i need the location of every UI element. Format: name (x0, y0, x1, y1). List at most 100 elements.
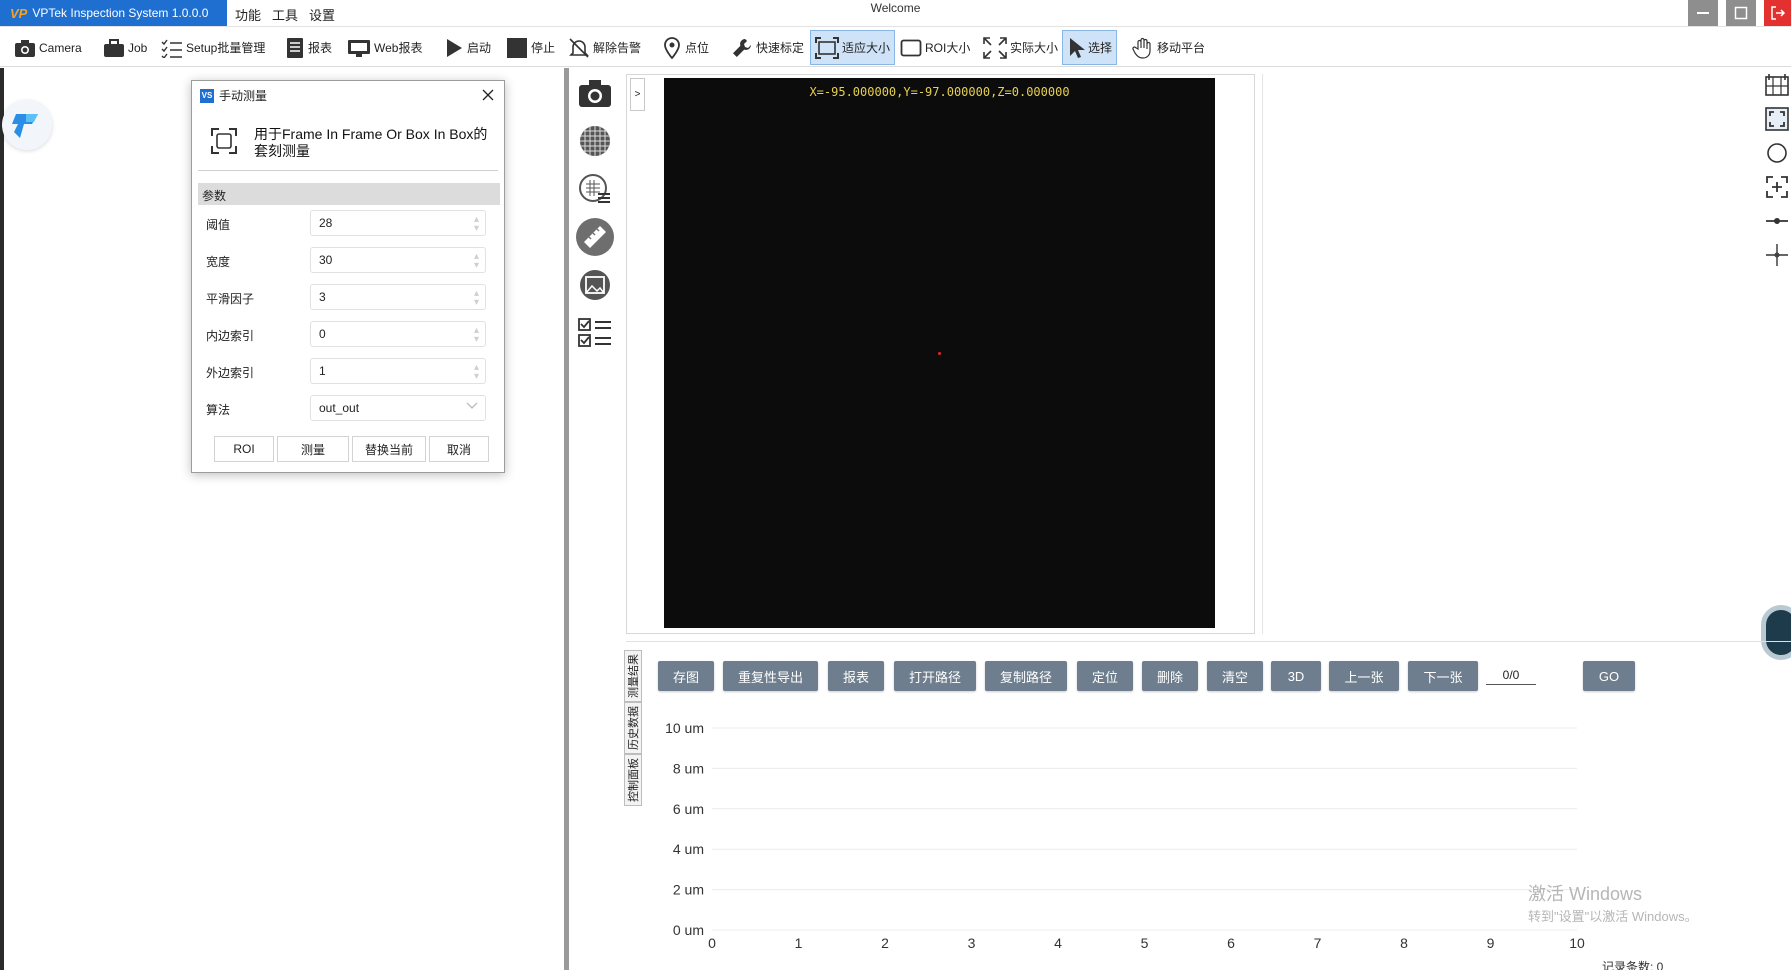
minimize-button[interactable] (1688, 0, 1718, 26)
spin-arrows-icon[interactable]: ▴ ▾ (474, 363, 479, 382)
go-button[interactable]: GO (1583, 661, 1635, 691)
grid-view-button[interactable] (574, 120, 616, 162)
tab-measure-results[interactable]: 测量结果 (624, 650, 642, 702)
center-marker (938, 352, 941, 355)
exit-button[interactable] (1764, 0, 1791, 26)
toolbar-stop-button[interactable]: 停止 (502, 30, 559, 65)
toolbar-roi-size-button[interactable]: ROI大小 (896, 30, 974, 65)
measure-button[interactable]: 测量 (277, 436, 349, 462)
fit-screen-icon (815, 36, 839, 59)
roi-rect-icon (900, 39, 922, 56)
delete-button[interactable]: 删除 (1142, 661, 1198, 691)
y-tick-label: 10 um (665, 720, 704, 736)
right-tool-strip (1762, 68, 1791, 288)
ruler-tool-button[interactable] (574, 216, 616, 258)
center-focus-tool[interactable] (1762, 172, 1791, 202)
toolbar-camera-button[interactable]: Camera (10, 30, 86, 65)
toolbar-report-button[interactable]: 报表 (281, 30, 336, 65)
menu-function[interactable]: 功能 (235, 5, 261, 24)
side-drawer-handle[interactable] (1761, 605, 1791, 660)
report-button[interactable]: 报表 (828, 661, 884, 691)
page-indicator: 0/0 (1486, 668, 1536, 685)
copy-path-button[interactable]: 复制路径 (985, 661, 1067, 691)
inner-edge-index-input[interactable]: 0 ▴ ▾ (310, 321, 486, 347)
repeatability-export-button[interactable]: 重复性导出 (723, 661, 818, 691)
image-canvas[interactable]: X=-95.000000,Y=-97.000000,Z=0.000000 (664, 78, 1215, 628)
checklist-icon (578, 318, 611, 347)
locate-button[interactable]: 定位 (1077, 661, 1133, 691)
floating-assistant-button[interactable] (2, 100, 52, 150)
spin-arrows-icon[interactable]: ▴ ▾ (474, 289, 479, 308)
crosshair-tool[interactable] (1762, 240, 1791, 270)
toolbar-web-report-button[interactable]: Web报表 (343, 30, 426, 65)
toolbar-setup-batch-button[interactable]: Setup批量管理 (157, 30, 269, 65)
collapse-panel-button[interactable]: > (630, 78, 645, 111)
spin-arrows-icon[interactable]: ▴ ▾ (474, 326, 479, 345)
param-label: 外边索引 (206, 366, 255, 380)
maximize-icon (1734, 6, 1748, 20)
dialog-title: 手动测量 (219, 89, 268, 103)
app-badge: VP VPTek Inspection System 1.0.0.0 (0, 0, 227, 26)
toolbar-select-button[interactable]: 选择 (1062, 30, 1118, 65)
grid-list-button[interactable] (574, 168, 616, 210)
tab-label: 测量结果 (628, 654, 640, 698)
previous-image-button[interactable]: 上一张 (1329, 661, 1399, 691)
spin-arrows-icon[interactable]: ▴ ▾ (474, 252, 479, 271)
checklist-icon (161, 39, 182, 58)
viewer-tool-column (570, 68, 620, 378)
roi-button[interactable]: ROI (214, 436, 274, 462)
left-window-edge (0, 68, 4, 970)
bell-off-icon (569, 37, 589, 58)
replace-current-button[interactable]: 替换当前 (352, 436, 426, 462)
panel-splitter[interactable] (564, 68, 569, 970)
threshold-input[interactable]: 28 ▴ ▾ (310, 210, 486, 236)
save-image-button[interactable]: 存图 (658, 661, 714, 691)
param-label: 阈值 (206, 218, 231, 232)
x-tick-label: 3 (968, 935, 976, 951)
vp-logo-icon: VP (10, 5, 28, 21)
fit-frame-icon (1764, 107, 1789, 131)
grid-select-tool[interactable] (1762, 70, 1791, 100)
dialog-close-button[interactable] (478, 85, 498, 105)
y-tick-label: 2 um (673, 882, 704, 898)
crosshair-icon (1765, 244, 1788, 266)
camera-icon (15, 39, 35, 57)
next-image-button[interactable]: 下一张 (1408, 661, 1478, 691)
checklist-button[interactable] (574, 312, 616, 354)
3d-view-button[interactable]: 3D (1271, 661, 1321, 691)
menu-settings[interactable]: 设置 (309, 5, 335, 24)
box-select-tool[interactable] (1762, 104, 1791, 134)
toolbar-point-button[interactable]: 点位 (658, 30, 713, 65)
open-path-button[interactable]: 打开路径 (894, 661, 976, 691)
toolbar-label: 停止 (531, 41, 556, 55)
toolbar-quick-calibration-button[interactable]: 快速标定 (727, 30, 808, 65)
circle-tool[interactable] (1762, 138, 1791, 168)
toolbar-fit-size-button[interactable]: 适应大小 (810, 30, 896, 65)
capture-image-button[interactable] (574, 72, 616, 114)
grid-list-icon (579, 174, 610, 203)
toolbar-job-button[interactable]: Job (99, 30, 151, 65)
spin-arrows-icon[interactable]: ▴ ▾ (474, 215, 479, 234)
image-frame-button[interactable] (574, 264, 616, 306)
line-point-tool[interactable] (1762, 206, 1791, 236)
algorithm-select[interactable]: out_out (310, 395, 486, 421)
maximize-button[interactable] (1726, 0, 1756, 26)
toolbar-move-platform-button[interactable]: 移动平台 (1128, 30, 1209, 65)
toolbar-start-button[interactable]: 启动 (440, 30, 495, 65)
dialog-title-bar[interactable]: VS 手动测量 (192, 81, 504, 110)
clear-button[interactable]: 清空 (1207, 661, 1263, 691)
briefcase-icon (104, 38, 124, 57)
hand-icon (1132, 37, 1151, 59)
toolbar-actual-size-button[interactable]: 实际大小 (979, 30, 1062, 65)
toolbar-clear-alarm-button[interactable]: 解除告警 (564, 30, 645, 65)
title-bar: VP VPTek Inspection System 1.0.0.0 功能 工具… (0, 0, 1791, 27)
width-input[interactable]: 30 ▴ ▾ (310, 247, 486, 273)
x-tick-label: 1 (795, 935, 803, 951)
menu-tools[interactable]: 工具 (272, 5, 298, 24)
activation-watermark-subtitle: 转到"设置"以激活 Windows。 (1528, 909, 1698, 924)
outer-edge-index-input[interactable]: 1 ▴ ▾ (310, 358, 486, 384)
activation-watermark-title: 激活 Windows (1528, 884, 1643, 904)
smoothing-input[interactable]: 3 ▴ ▾ (310, 284, 486, 310)
cancel-button[interactable]: 取消 (429, 436, 489, 462)
dialog-description: 用于Frame In Frame Or Box In Box的套刻测量 (254, 126, 488, 159)
